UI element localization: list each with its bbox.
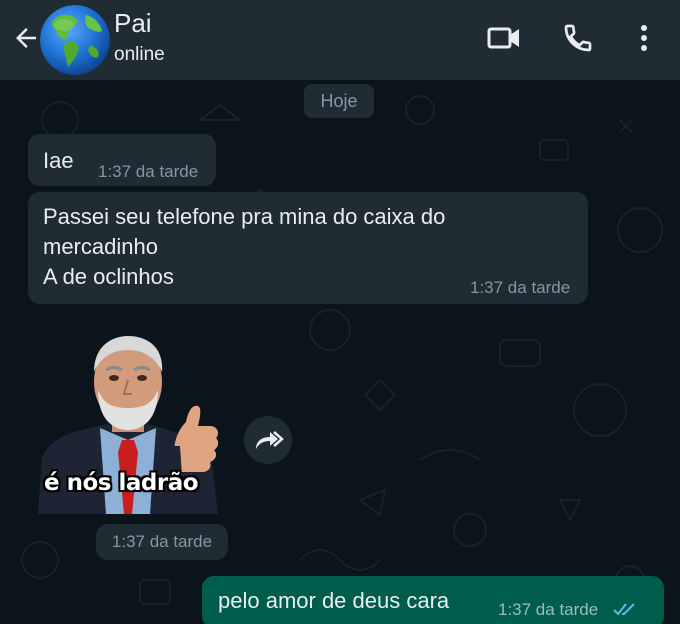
incoming-message[interactable]: Iae 1:37 da tarde (28, 134, 216, 186)
incoming-message[interactable]: Passei seu telefone pra mina do caixa do… (28, 192, 588, 304)
chat-area[interactable]: Hoje Iae 1:37 da tarde Passei seu telefo… (0, 80, 680, 624)
forward-icon (256, 431, 284, 449)
arrow-left-icon (16, 28, 36, 48)
video-camera-icon (487, 27, 519, 49)
sticker-caption: é nós ladrão (44, 470, 199, 496)
message-time: 1:37 da tarde (98, 162, 199, 181)
chat-header: Pai online (0, 0, 680, 80)
message-time: 1:37 da tarde (498, 600, 599, 619)
voice-call-button[interactable] (558, 18, 598, 58)
phone-icon (564, 24, 592, 52)
message-line: mercadinho (43, 234, 158, 259)
contact-status: online (114, 44, 165, 65)
message-time: 1:37 da tarde (470, 278, 571, 297)
more-vertical-icon (641, 25, 647, 51)
message-text: Iae (43, 148, 74, 173)
back-button[interactable] (10, 22, 42, 54)
message-text: Passei seu telefone pra mina do caixa do… (43, 202, 445, 292)
avatar[interactable] (40, 5, 110, 75)
globe-icon (40, 5, 110, 75)
message-line: Passei seu telefone pra mina do caixa do (43, 204, 446, 229)
video-call-button[interactable] (484, 18, 524, 58)
more-options-button[interactable] (624, 18, 664, 58)
date-chip: Hoje (304, 84, 374, 118)
double-check-read-icon (613, 603, 635, 616)
forward-button[interactable] (244, 416, 292, 464)
sticker-message[interactable]: é nós ladrão (28, 328, 228, 514)
sticker-time: 1:37 da tarde (96, 524, 228, 560)
contact-name[interactable]: Pai (114, 8, 152, 39)
message-text: pelo amor de deus cara (218, 588, 450, 613)
outgoing-message[interactable]: pelo amor de deus cara 1:37 da tarde (202, 576, 664, 624)
message-line: A de oclinhos (43, 264, 174, 289)
